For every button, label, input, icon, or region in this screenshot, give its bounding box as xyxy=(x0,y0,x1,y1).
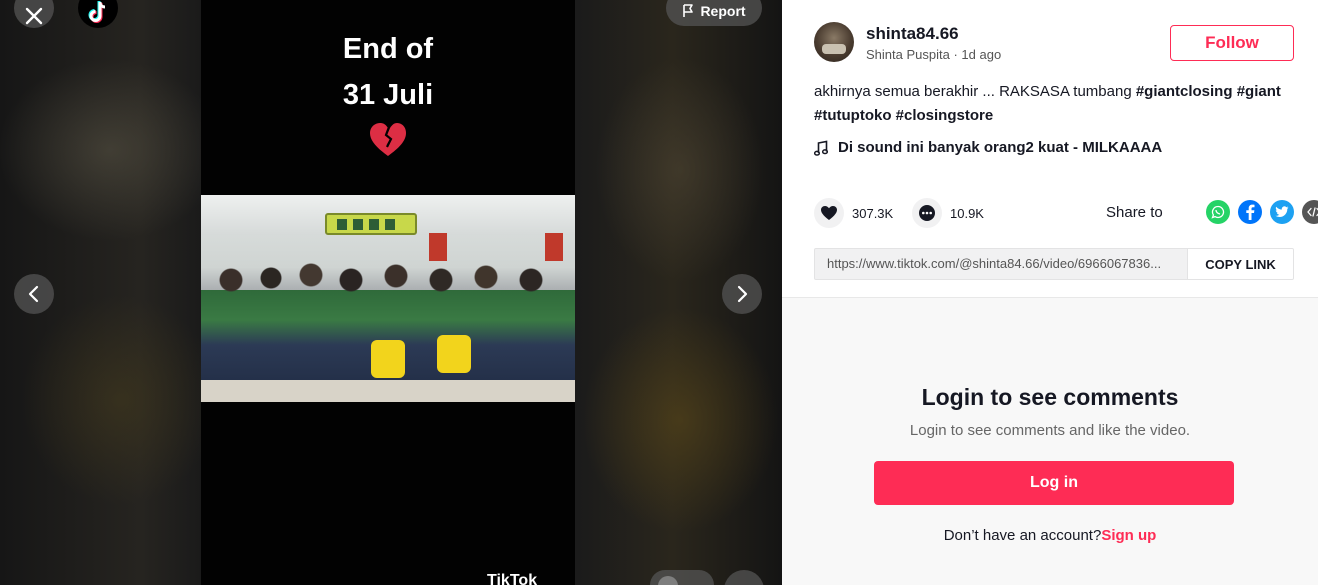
video-panel: End of 31 Juli TikTok Report xyxy=(0,0,782,585)
video-description: akhirnya semua berakhir ... RAKSASA tumb… xyxy=(814,80,1300,128)
comment-button[interactable]: 10.9K xyxy=(912,198,984,228)
music-title: Di sound ini banyak orang2 kuat - MILKAA… xyxy=(838,139,1163,156)
next-video-button[interactable] xyxy=(722,274,762,314)
flag-icon xyxy=(683,4,694,17)
close-icon xyxy=(25,7,43,25)
post-time: 1d ago xyxy=(961,47,1002,62)
video-caption-line1: End of xyxy=(342,33,434,65)
author-meta: Shinta Puspita · 1d ago xyxy=(866,47,1001,62)
embed-icon[interactable] xyxy=(1302,200,1318,224)
report-label: Report xyxy=(700,3,746,19)
volume-slider[interactable] xyxy=(650,570,714,585)
music-link[interactable]: Di sound ini banyak orang2 kuat - MILKAA… xyxy=(814,139,1162,156)
no-account-text: Don’t have an account? xyxy=(943,527,1102,544)
login-subtitle: Login to see comments and like the video… xyxy=(909,422,1191,439)
chevron-right-icon xyxy=(737,285,748,303)
report-button[interactable]: Report xyxy=(666,0,762,26)
info-panel: shinta84.66 Shinta Puspita · 1d ago Foll… xyxy=(782,0,1318,585)
sound-toggle-button[interactable] xyxy=(724,570,764,585)
follow-button[interactable]: Follow xyxy=(1170,25,1294,61)
comment-count: 10.9K xyxy=(950,205,984,221)
login-title: Login to see comments xyxy=(921,384,1179,410)
video-link-url[interactable]: https://www.tiktok.com/@shinta84.66/vide… xyxy=(827,249,1187,279)
hashtag[interactable]: #tutuptoko xyxy=(814,107,891,124)
group-photo xyxy=(201,195,575,402)
hashtag[interactable]: #giant xyxy=(1237,83,1281,100)
music-note-icon xyxy=(814,140,828,156)
meta-separator: · xyxy=(949,47,962,62)
like-button[interactable]: 307.3K xyxy=(814,198,893,228)
hashtag[interactable]: #giantclosing xyxy=(1136,83,1233,100)
tiktok-logo-icon[interactable] xyxy=(78,0,118,28)
previous-video-button[interactable] xyxy=(14,274,54,314)
store-sign xyxy=(325,213,417,235)
close-button[interactable] xyxy=(14,0,54,28)
video-player[interactable]: End of 31 Juli TikTok xyxy=(201,0,575,585)
tiktok-watermark: TikTok xyxy=(487,572,538,585)
twitter-icon[interactable] xyxy=(1270,200,1294,224)
video-link-box: https://www.tiktok.com/@shinta84.66/vide… xyxy=(814,248,1294,280)
whatsapp-icon[interactable] xyxy=(1206,200,1230,224)
comment-icon xyxy=(919,205,935,221)
share-label: Share to xyxy=(1106,204,1163,221)
stats-row: 307.3K 10.9K Share to xyxy=(814,198,1318,228)
facebook-icon[interactable] xyxy=(1238,200,1262,224)
video-caption-line2: 31 Juli xyxy=(342,79,434,111)
signup-link[interactable]: Sign up xyxy=(1101,527,1156,544)
signup-prompt: Don’t have an account?Sign up xyxy=(782,527,1318,544)
chevron-left-icon xyxy=(28,285,39,303)
description-text: akhirnya semua berakhir ... RAKSASA tumb… xyxy=(814,83,1136,100)
avatar[interactable] xyxy=(814,22,854,62)
heart-icon xyxy=(821,206,837,220)
broken-heart-icon xyxy=(370,123,406,156)
author-row: shinta84.66 Shinta Puspita · 1d ago Foll… xyxy=(814,22,1294,66)
comments-area: Login to see comments Login to see comme… xyxy=(782,297,1318,585)
like-count: 307.3K xyxy=(852,205,894,221)
copy-link-button[interactable]: COPY LINK xyxy=(1187,249,1293,279)
author-nickname: Shinta Puspita xyxy=(866,47,950,62)
hashtag[interactable]: #closingstore xyxy=(896,107,994,124)
author-username[interactable]: shinta84.66 xyxy=(866,24,959,44)
login-button[interactable]: Log in xyxy=(874,461,1234,505)
